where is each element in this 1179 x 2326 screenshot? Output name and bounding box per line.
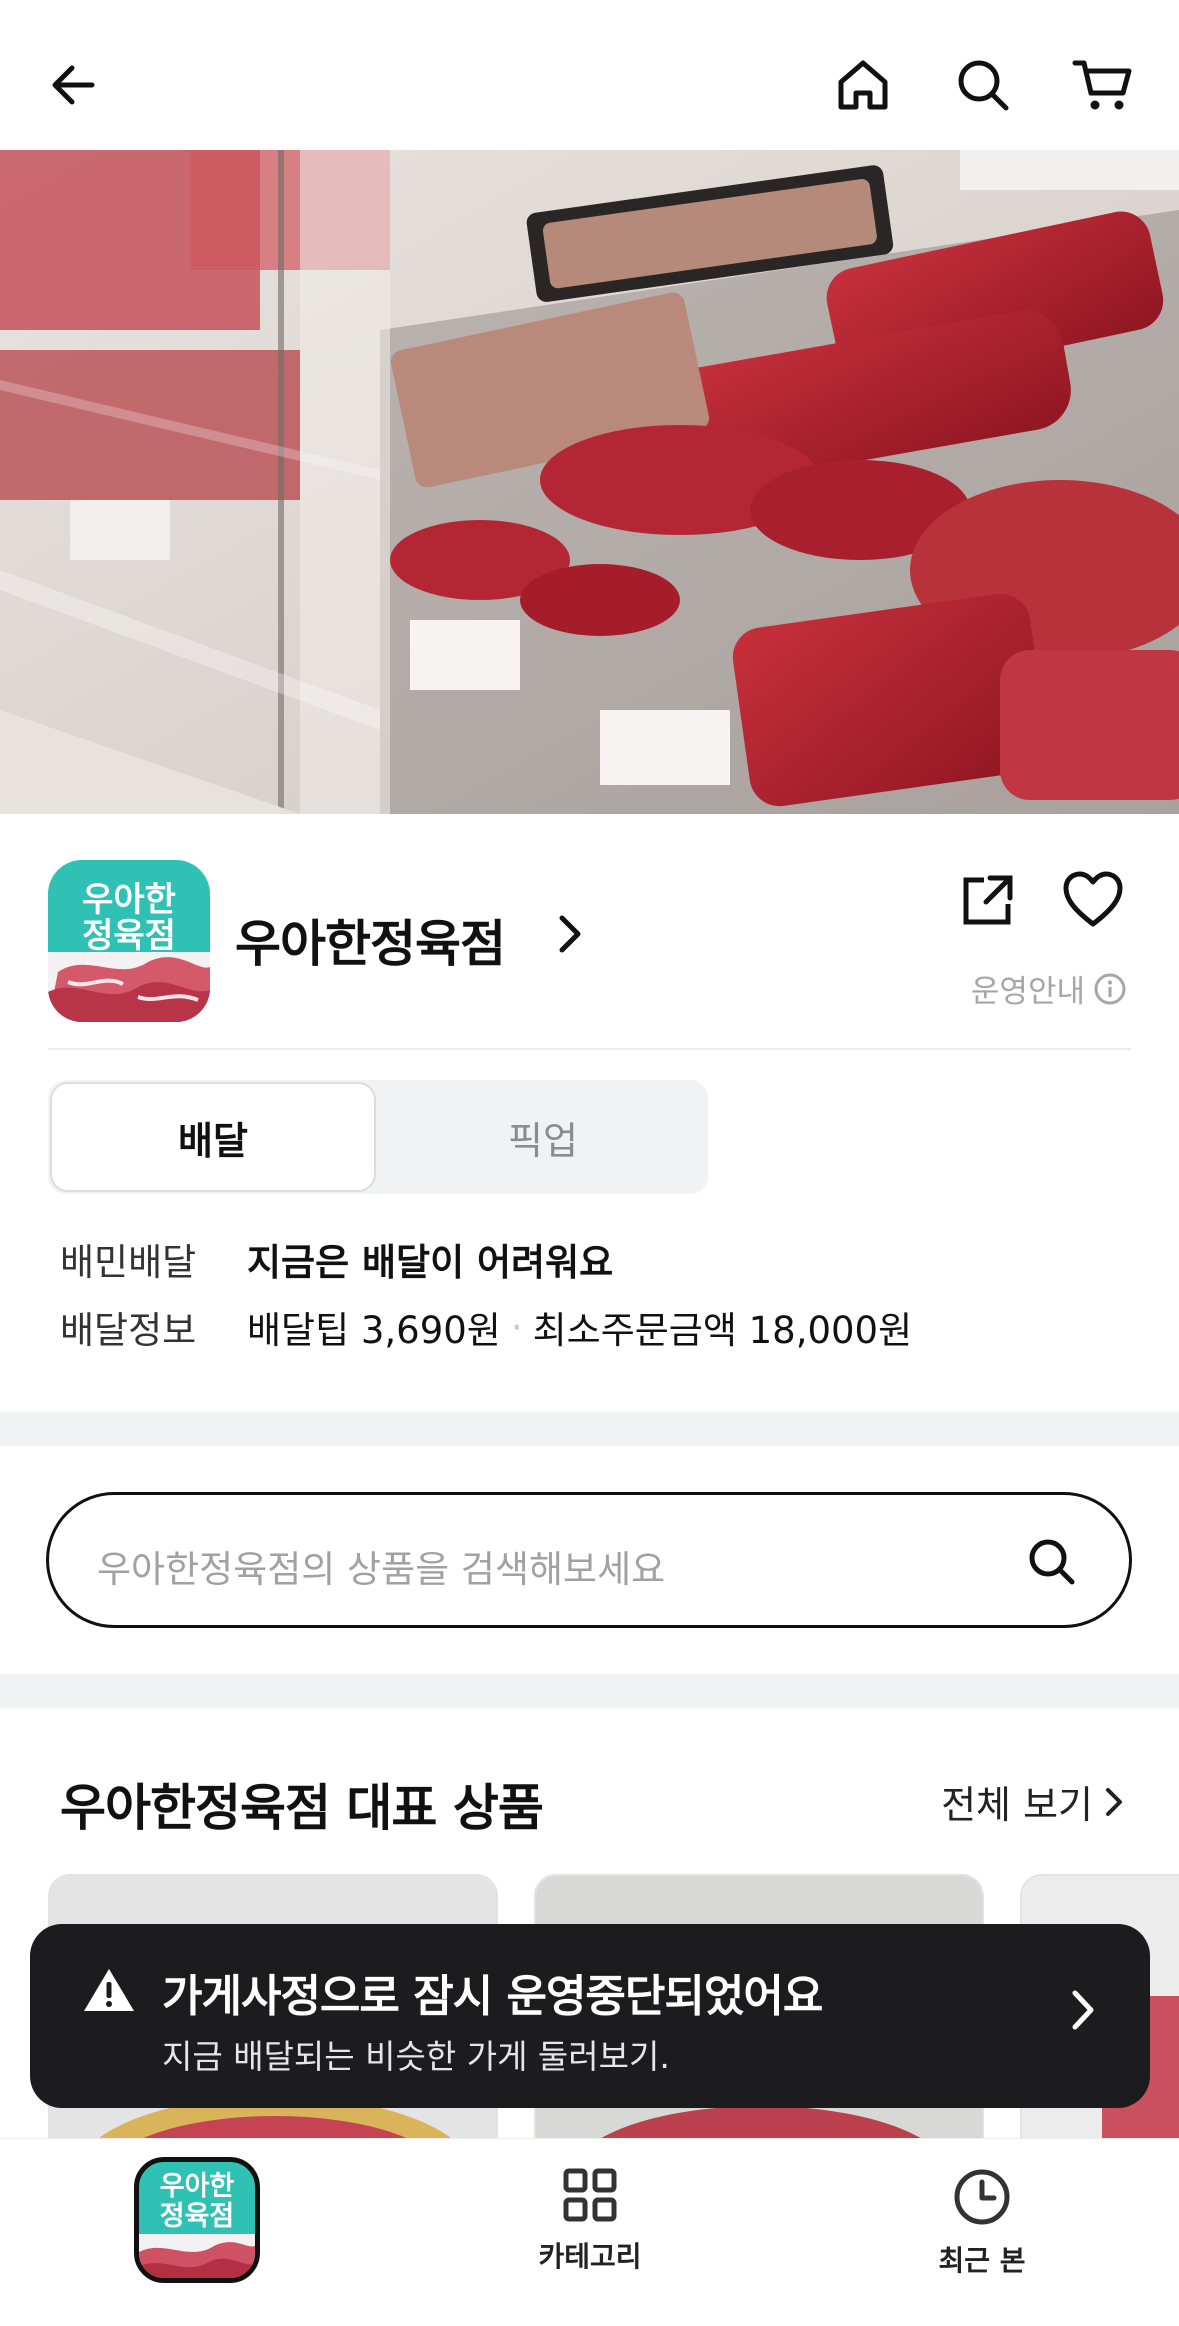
chevron-right-icon (1106, 1787, 1122, 1816)
delivery-tip: 배달팁 3,690원 (247, 1309, 501, 1352)
tab-delivery[interactable]: 배달 (50, 1082, 376, 1192)
section-gap (0, 1674, 1179, 1708)
chevron-right-icon (1072, 1990, 1094, 2030)
heart-icon (1063, 871, 1123, 927)
info-icon (1094, 973, 1126, 1004)
search-icon (1029, 1539, 1075, 1585)
warning-icon (84, 1969, 134, 2011)
delivery-info-row: 배달정보 배달팁 3,690원 · 최소주문금액 18,000원 (60, 1300, 912, 1354)
tab-store-home[interactable]: 우아한 정육점 (134, 2157, 260, 2283)
search-button[interactable] (943, 45, 1023, 125)
back-button[interactable] (34, 45, 114, 125)
separator-dot: · (510, 1305, 523, 1349)
store-hero-image (0, 150, 1179, 814)
share-button[interactable] (958, 870, 1018, 934)
store-detail-button[interactable] (552, 912, 588, 960)
search-submit-button[interactable] (1025, 1535, 1079, 1593)
delivery-status-row: 배민배달 지금은 배달이 어려워요 (60, 1232, 613, 1286)
home-button[interactable] (823, 45, 903, 125)
tab-store-line1: 우아한 (159, 2171, 235, 2202)
store-logo[interactable]: 우아한 정육점 (48, 860, 210, 1022)
tab-category-label: 카테고리 (538, 2240, 642, 2273)
banner-title: 가게사정으로 잠시 운영중단되었어요 (162, 1971, 823, 2022)
tab-recent-label: 최근 본 (938, 2244, 1026, 2277)
tab-category[interactable]: 카테고리 (490, 2167, 690, 2275)
tab-pickup[interactable]: 픽업 (378, 1080, 708, 1194)
see-all-button[interactable]: 전체 보기 (941, 1774, 1125, 1829)
arrow-left-icon (52, 65, 95, 105)
share-icon (963, 875, 1013, 925)
section-gap (0, 1412, 1179, 1446)
logo-meat-graphic (48, 952, 210, 1022)
store-name[interactable]: 우아한정육점 (235, 904, 506, 976)
bottom-tab-bar: 우아한 정육점 카테고리 최근 본 (0, 2138, 1179, 2326)
logo-text-line1: 우아한 (82, 880, 176, 920)
search-placeholder: 우아한정육점의 상품을 검색해보세요 (97, 1548, 666, 1591)
operation-info-button[interactable]: 운영안내 (971, 966, 1127, 1011)
clock-icon (954, 2169, 1010, 2225)
divider (48, 1048, 1131, 1050)
cart-icon (1072, 60, 1132, 110)
delivery-status-value: 지금은 배달이 어려워요 (247, 1241, 614, 1284)
see-all-label: 전체 보기 (941, 1783, 1093, 1827)
logo-meat-graphic (139, 2234, 255, 2278)
home-icon (838, 60, 888, 110)
delivery-info-label: 배달정보 (60, 1309, 197, 1352)
logo-text-line2: 정육점 (82, 916, 176, 956)
operation-info-label: 운영안내 (970, 974, 1085, 1010)
meat-display-photo (0, 150, 1179, 814)
favorite-button[interactable] (1062, 870, 1124, 934)
store-header: 우아한 정육점 우아한정육점 운영안내 (0, 814, 1179, 1049)
chevron-right-icon (559, 915, 581, 953)
delivery-status-label: 배민배달 (60, 1241, 197, 1284)
cart-button[interactable] (1063, 45, 1143, 125)
tab-store-line2: 정육점 (159, 2201, 235, 2232)
featured-title: 우아한정육점 대표 상품 (60, 1779, 544, 1837)
store-closed-banner[interactable]: 가게사정으로 잠시 운영중단되었어요 지금 배달되는 비슷한 가게 둘러보기. (30, 1924, 1150, 2108)
store-search-input[interactable]: 우아한정육점의 상품을 검색해보세요 (46, 1492, 1132, 1628)
minimum-order: 최소주문금액 18,000원 (532, 1309, 913, 1352)
tab-recent[interactable]: 최근 본 (882, 2167, 1082, 2279)
order-type-toggle: 배달 픽업 (48, 1080, 708, 1194)
top-bar (0, 0, 1179, 150)
banner-subtitle: 지금 배달되는 비슷한 가게 둘러보기. (162, 2037, 670, 2076)
search-icon (958, 60, 1009, 111)
grid-icon (563, 2168, 617, 2222)
